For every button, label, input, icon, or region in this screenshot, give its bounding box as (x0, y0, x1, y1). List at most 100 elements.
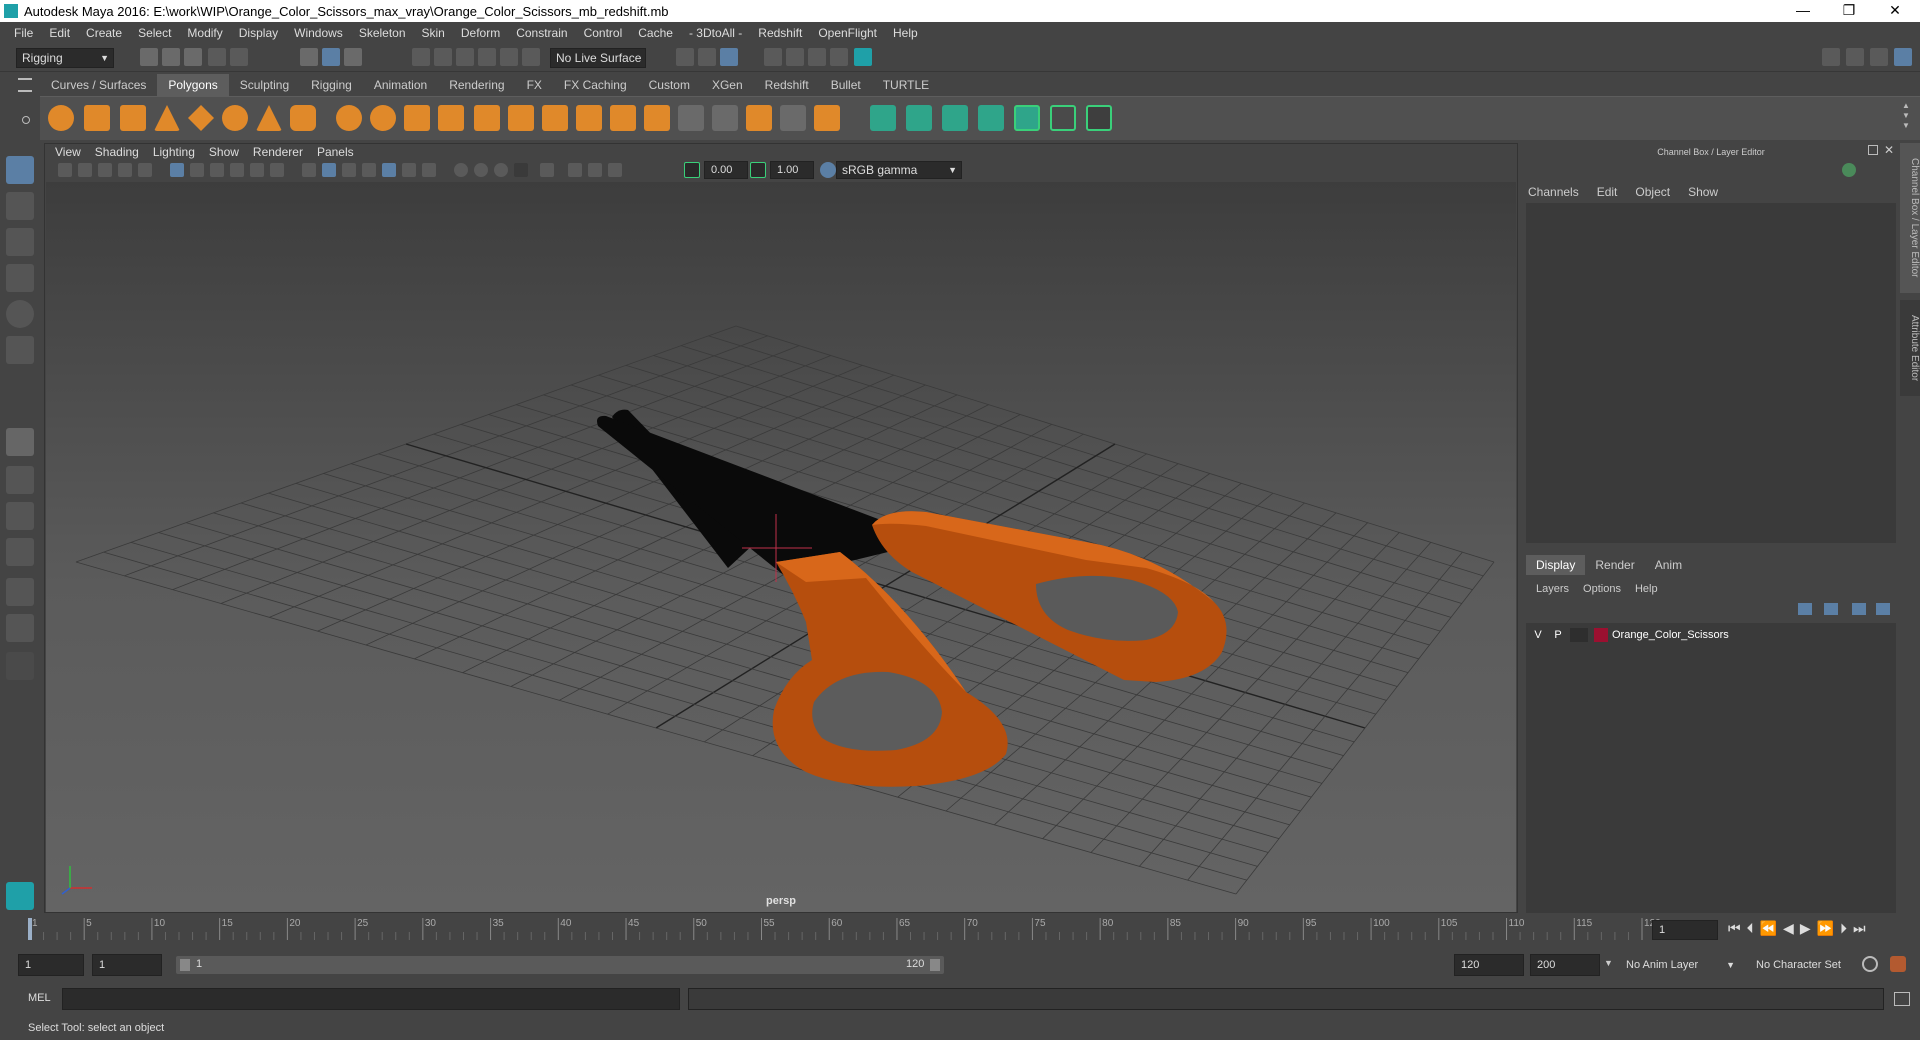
shelf-settings-icon[interactable] (22, 116, 30, 124)
tab-fx[interactable]: FX (516, 74, 553, 96)
layer-color-swatch[interactable] (1594, 628, 1608, 642)
scale-tool-icon[interactable] (6, 336, 34, 364)
paint-select-tool-icon[interactable] (6, 228, 34, 256)
image-plane-icon[interactable] (118, 163, 132, 177)
menu-file[interactable]: File (6, 26, 41, 40)
render-view-icon[interactable] (764, 48, 782, 66)
offset-edge-loop-icon[interactable] (712, 105, 738, 131)
undo-icon[interactable] (208, 48, 226, 66)
tab-animation[interactable]: Animation (363, 74, 438, 96)
channel-box-toggle-icon[interactable] (1894, 48, 1912, 66)
close-panel-icon[interactable]: ✕ (1884, 143, 1894, 157)
2d-pan-zoom-icon[interactable] (138, 163, 152, 177)
menu-redshift[interactable]: Redshift (750, 26, 810, 40)
command-input[interactable] (62, 988, 680, 1010)
poly-cylinder-icon[interactable] (120, 105, 146, 131)
snap-vertex-icon[interactable] (522, 48, 540, 66)
xray-icon[interactable] (540, 163, 554, 177)
unfold-uv-icon[interactable] (1086, 105, 1112, 131)
wireframe-on-shaded-icon[interactable] (342, 163, 356, 177)
hypershade-layout-icon[interactable] (6, 614, 34, 642)
redshift-render-icon[interactable] (854, 48, 872, 66)
snap-point-icon[interactable] (456, 48, 474, 66)
separate-icon[interactable] (370, 105, 396, 131)
poly-plane-icon[interactable] (188, 105, 214, 131)
uv-editor-icon[interactable] (1014, 105, 1040, 131)
automatic-map-icon[interactable] (978, 105, 1004, 131)
camera-attributes-icon[interactable] (78, 163, 92, 177)
layer-menu-layers[interactable]: Layers (1536, 583, 1569, 595)
move-layer-down-icon[interactable] (1824, 603, 1838, 615)
tab-render[interactable]: Render (1585, 555, 1644, 575)
tab-redshift[interactable]: Redshift (754, 74, 820, 96)
menu-skin[interactable]: Skin (414, 26, 453, 40)
multi-cut-icon[interactable] (542, 105, 568, 131)
smooth-shade-icon[interactable] (322, 163, 336, 177)
construction-history-icon[interactable] (698, 48, 716, 66)
menu-control[interactable]: Control (576, 26, 631, 40)
time-slider[interactable]: 1 5 10 15 20 25 30 35 40 45 50 55 60 65 70 75 80 85 90 95 10… (0, 914, 1920, 946)
merge-icon[interactable] (780, 105, 806, 131)
animation-end-field[interactable]: 200 (1530, 954, 1600, 976)
playback-end-field[interactable]: 120 (1454, 954, 1524, 976)
motion-blur-icon[interactable] (454, 163, 468, 177)
step-forward-icon[interactable]: ⏵ (1840, 920, 1847, 937)
animation-start-field[interactable]: 1 (18, 954, 84, 976)
tab-xgen[interactable]: XGen (701, 74, 754, 96)
select-object-icon[interactable] (322, 48, 340, 66)
smooth-icon[interactable] (438, 105, 464, 131)
redo-icon[interactable] (230, 48, 248, 66)
lasso-tool-icon[interactable] (6, 192, 34, 220)
fill-hole-icon[interactable] (814, 105, 840, 131)
layer-name[interactable]: Orange_Color_Scissors (1612, 629, 1729, 641)
mirror-icon[interactable] (508, 105, 534, 131)
current-frame-field[interactable]: 1 (1652, 920, 1718, 940)
tab-turtle[interactable]: TURTLE (872, 74, 940, 96)
menu-set-dropdown[interactable]: Rigging ▼ (16, 48, 114, 68)
step-back-key-icon[interactable]: ⏪ (1760, 920, 1777, 937)
command-language-label[interactable]: MEL (28, 992, 51, 1004)
go-to-start-icon[interactable]: ⏮ (1728, 920, 1741, 937)
shelf-scroll-arrows-icon[interactable]: ▲ ▼ ▼ (1902, 101, 1910, 131)
isolate-select-icon[interactable] (514, 163, 528, 177)
close-button[interactable]: ✕ (1872, 0, 1918, 22)
colorspace-dropdown[interactable]: sRGB gamma ▼ (836, 161, 962, 179)
menu-windows[interactable]: Windows (286, 26, 351, 40)
menu-select[interactable]: Select (130, 26, 179, 40)
snap-grid-icon[interactable] (412, 48, 430, 66)
poly-sphere-icon[interactable] (48, 105, 74, 131)
resolution-gate-icon[interactable] (210, 163, 224, 177)
layer-visibility-toggle[interactable]: V (1528, 629, 1548, 641)
shelf-menu-icon[interactable] (18, 78, 32, 92)
auto-key-icon[interactable] (1862, 956, 1878, 972)
exposure-field[interactable]: 0.00 (704, 161, 748, 179)
move-layer-up-icon[interactable] (1798, 603, 1812, 615)
go-to-end-icon[interactable]: ⏭ (1853, 920, 1866, 937)
current-frame-marker[interactable] (28, 918, 32, 940)
tab-rendering[interactable]: Rendering (438, 74, 515, 96)
animation-preferences-icon[interactable] (1890, 956, 1906, 972)
render-settings-icon[interactable] (830, 48, 848, 66)
poly-pipe-icon[interactable] (290, 105, 316, 131)
tab-bullet[interactable]: Bullet (820, 74, 872, 96)
step-forward-key-icon[interactable]: ⏩ (1817, 920, 1834, 937)
vp-menu-lighting[interactable]: Lighting (146, 145, 202, 159)
menu-constrain[interactable]: Constrain (508, 26, 575, 40)
restore-button[interactable]: ❐ (1826, 0, 1872, 22)
open-scene-icon[interactable] (162, 48, 180, 66)
camera-select-icon[interactable] (58, 163, 72, 177)
workspace-icon[interactable] (1822, 48, 1840, 66)
ipr-render-icon[interactable] (808, 48, 826, 66)
layer-menu-help[interactable]: Help (1635, 583, 1658, 595)
safe-action-icon[interactable] (270, 163, 284, 177)
menu-deform[interactable]: Deform (453, 26, 508, 40)
menu-display[interactable]: Display (231, 26, 286, 40)
character-set-dropdown[interactable]: No Character Set (1750, 954, 1870, 976)
select-hierarchy-icon[interactable] (300, 48, 318, 66)
bevel-icon[interactable] (644, 105, 670, 131)
depth-of-field-icon[interactable] (494, 163, 508, 177)
channel-menu-edit[interactable]: Edit (1597, 185, 1618, 199)
grid-toggle-icon[interactable] (170, 163, 184, 177)
gamma-icon[interactable] (750, 162, 766, 178)
layer-menu-options[interactable]: Options (1583, 583, 1621, 595)
